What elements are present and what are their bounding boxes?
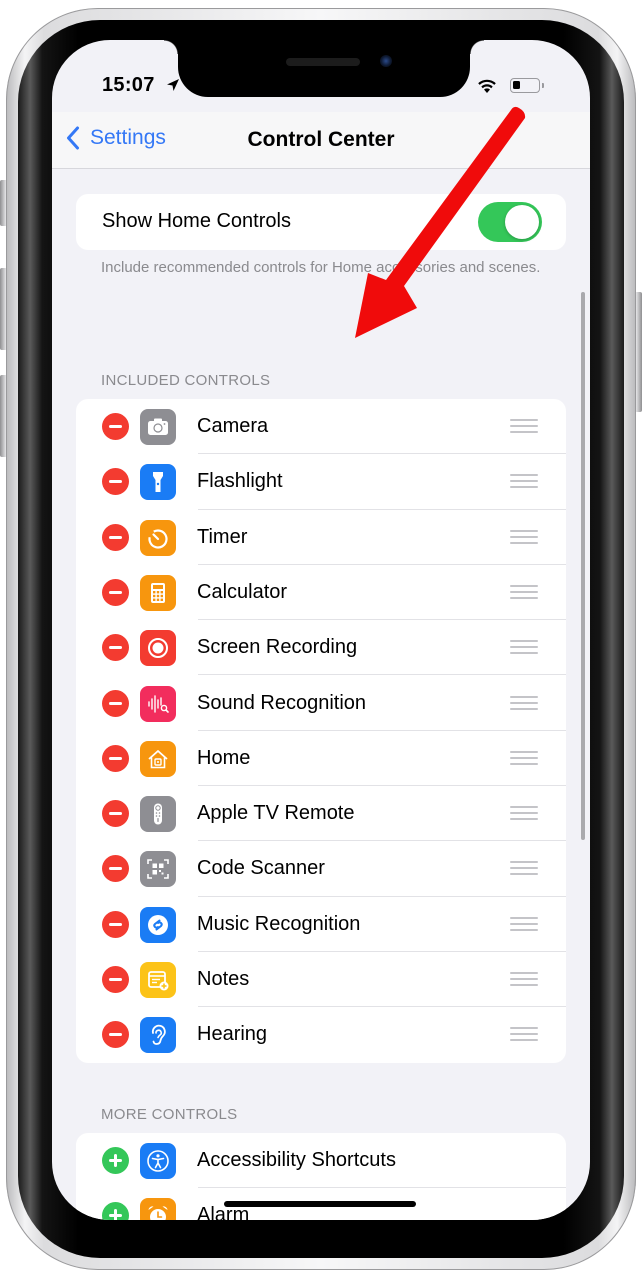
- reorder-handle-icon[interactable]: [510, 972, 538, 987]
- included-row[interactable]: Music Recognition: [76, 897, 566, 952]
- more-row[interactable]: Accessibility Shortcuts: [76, 1133, 566, 1189]
- remove-button[interactable]: [102, 413, 129, 440]
- sound-recognition-icon: [140, 685, 176, 722]
- control-label: Sound Recognition: [197, 691, 367, 714]
- control-label: Flashlight: [197, 470, 283, 493]
- reorder-handle-icon[interactable]: [510, 916, 538, 932]
- remove-button[interactable]: [102, 910, 129, 938]
- battery-level: [513, 81, 520, 89]
- notes-icon: [140, 962, 176, 998]
- navigation-bar: Settings Control Center: [52, 112, 590, 169]
- volume-down-button: [0, 375, 6, 457]
- front-camera: [380, 55, 392, 67]
- reorder-handle-icon[interactable]: [510, 806, 538, 821]
- control-label: Home: [197, 746, 251, 769]
- notch: [164, 40, 484, 97]
- remove-button[interactable]: [102, 689, 129, 717]
- control-label: Music Recognition: [197, 912, 361, 935]
- control-label: Camera: [197, 415, 269, 437]
- control-label: Code Scanner: [197, 857, 325, 880]
- scroll-indicator[interactable]: [581, 292, 585, 840]
- wifi-icon: [478, 79, 496, 93]
- accessibility-icon: [140, 1143, 176, 1179]
- included-row[interactable]: Timer: [76, 510, 566, 565]
- remove-button[interactable]: [102, 523, 129, 551]
- reorder-handle-icon[interactable]: [510, 695, 538, 711]
- reorder-handle-icon[interactable]: [510, 474, 538, 489]
- included-row[interactable]: Calculator: [76, 565, 566, 621]
- reorder-handle-icon[interactable]: [510, 1027, 538, 1042]
- reorder-handle-icon[interactable]: [510, 584, 538, 600]
- control-label: Accessibility Shortcuts: [197, 1149, 396, 1171]
- screen-recording-icon: [140, 630, 176, 667]
- add-button[interactable]: [102, 1202, 129, 1220]
- remove-button[interactable]: [102, 578, 129, 606]
- included-row[interactable]: Camera: [76, 399, 566, 455]
- included-controls-list: Camera Flashlight Timer Calculator Screen Re…: [76, 399, 566, 1063]
- more-controls-header: MORE CONTROLS: [101, 1106, 238, 1123]
- remove-button[interactable]: [102, 800, 129, 828]
- timer-icon: [140, 519, 176, 556]
- included-controls-header: INCLUDED CONTROLS: [101, 372, 271, 389]
- remove-button[interactable]: [102, 744, 129, 772]
- home-controls-card: Show Home Controls: [76, 194, 566, 250]
- home-indicator[interactable]: [224, 1201, 416, 1207]
- control-label: Hearing: [197, 1023, 268, 1046]
- remove-button[interactable]: [102, 634, 129, 662]
- volume-up-button: [0, 268, 6, 350]
- screen: 15:07 Settings Control Center Show Home …: [52, 40, 590, 1220]
- home-controls-footnote: Include recommended controls for Home ac…: [101, 259, 541, 276]
- home-icon: [140, 740, 176, 777]
- included-row[interactable]: Apple TV Remote: [76, 786, 566, 842]
- control-label: Apple TV Remote: [197, 802, 355, 825]
- remove-button[interactable]: [102, 855, 129, 883]
- control-label: Notes: [197, 968, 250, 990]
- side-button: [636, 292, 642, 412]
- included-row[interactable]: Screen Recording: [76, 620, 566, 676]
- tv-remote-icon: [140, 796, 176, 833]
- page-title: Control Center: [247, 128, 395, 151]
- alarm-icon: [140, 1198, 176, 1220]
- qr-code-icon: [140, 851, 176, 888]
- home-controls-label: Show Home Controls: [102, 210, 291, 232]
- camera-icon: [140, 409, 176, 445]
- included-row[interactable]: Hearing: [76, 1007, 566, 1062]
- flashlight-icon: [140, 464, 176, 501]
- reorder-handle-icon[interactable]: [510, 640, 538, 655]
- control-label: Timer: [197, 525, 248, 548]
- reorder-handle-icon[interactable]: [510, 529, 538, 545]
- battery-cap: [542, 83, 544, 88]
- mute-switch: [0, 180, 6, 226]
- reorder-handle-icon[interactable]: [510, 419, 538, 434]
- calculator-icon: [140, 574, 176, 611]
- included-row[interactable]: Home: [76, 731, 566, 787]
- reorder-handle-icon[interactable]: [510, 861, 538, 876]
- reorder-handle-icon[interactable]: [510, 750, 538, 766]
- battery-icon: [510, 78, 540, 93]
- toggle-knob: [505, 205, 539, 239]
- included-row[interactable]: Sound Recognition: [76, 676, 566, 731]
- location-arrow-icon: [167, 79, 179, 91]
- control-label: Screen Recording: [197, 636, 358, 659]
- status-time: 15:07: [102, 74, 155, 96]
- shazam-icon: [140, 906, 176, 943]
- earpiece-speaker: [286, 58, 360, 66]
- remove-button[interactable]: [102, 1021, 129, 1049]
- included-row[interactable]: Notes: [76, 952, 566, 1008]
- included-row[interactable]: Flashlight: [76, 454, 566, 510]
- remove-button[interactable]: [102, 468, 129, 496]
- remove-button[interactable]: [102, 966, 129, 993]
- add-button[interactable]: [102, 1147, 129, 1174]
- ear-icon: [140, 1017, 176, 1054]
- included-row[interactable]: Code Scanner: [76, 841, 566, 897]
- home-controls-toggle[interactable]: [478, 202, 542, 242]
- control-label: Calculator: [197, 580, 288, 603]
